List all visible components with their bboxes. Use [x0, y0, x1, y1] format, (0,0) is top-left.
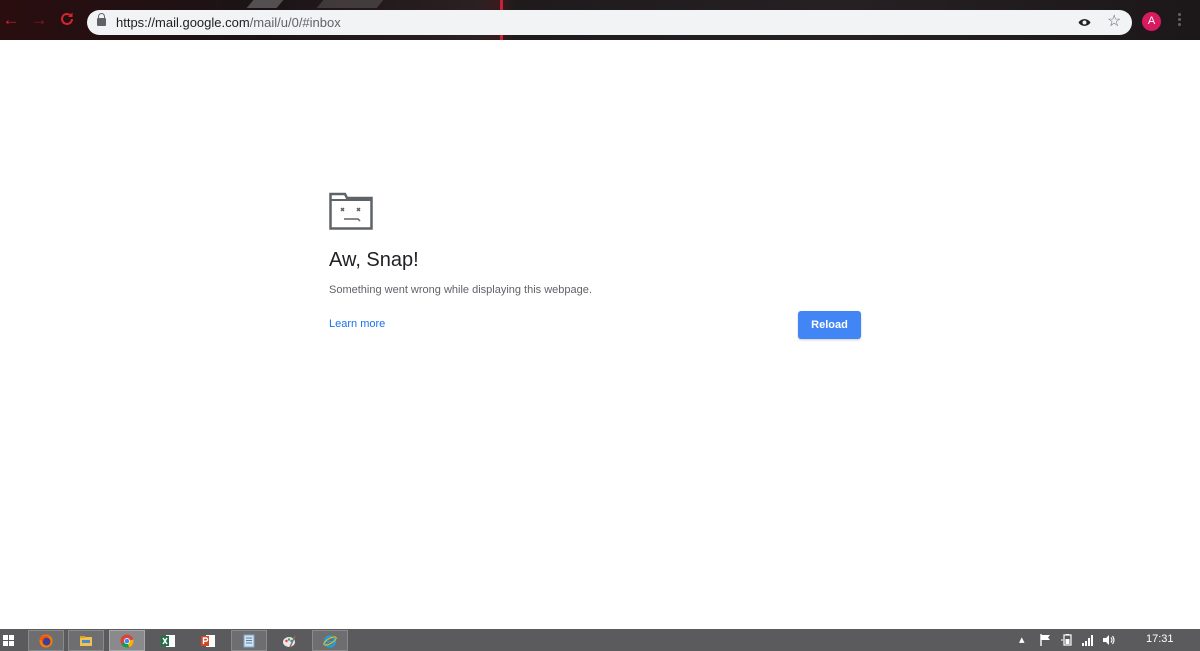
- address-bar[interactable]: https://mail.google.com/mail/u/0/#inbox …: [87, 10, 1132, 35]
- notepad-icon: [243, 634, 255, 647]
- url-host: https://mail.google.com: [116, 15, 250, 30]
- lock-icon: [97, 13, 106, 26]
- url-path: /mail/u/0/#inbox: [249, 15, 341, 30]
- taskbar-chrome[interactable]: [109, 630, 145, 651]
- taskbar-paint[interactable]: [271, 630, 307, 651]
- reload-icon: [61, 12, 73, 25]
- profile-avatar[interactable]: A: [1142, 12, 1161, 31]
- taskbar: ▴ 17:31: [0, 629, 1200, 651]
- bookmark-star-icon[interactable]: ☆: [1107, 12, 1121, 32]
- learn-more-link[interactable]: Learn more: [329, 318, 385, 330]
- powerpoint-icon: [201, 634, 215, 647]
- taskbar-excel[interactable]: [150, 630, 186, 651]
- back-button[interactable]: ←: [2, 11, 20, 29]
- forward-arrow-icon: →: [30, 10, 48, 29]
- reload-button[interactable]: Reload: [798, 311, 861, 339]
- paint-icon: [283, 635, 296, 647]
- sad-tab-icon: [329, 192, 373, 230]
- firefox-icon: [39, 634, 53, 647]
- tray-battery-icon[interactable]: [1061, 634, 1073, 649]
- chrome-icon: [120, 634, 134, 647]
- menu-dots-icon[interactable]: [1178, 13, 1182, 29]
- taskbar-notepad[interactable]: [231, 630, 267, 651]
- taskbar-internet-explorer[interactable]: [312, 630, 348, 651]
- taskbar-file-explorer[interactable]: [68, 630, 104, 651]
- eye-icon[interactable]: [1078, 17, 1091, 28]
- taskbar-firefox[interactable]: [28, 630, 64, 651]
- tray-signal-icon[interactable]: [1081, 634, 1095, 649]
- background-glare: [316, 0, 384, 8]
- taskbar-clock[interactable]: 17:31: [1146, 633, 1174, 645]
- internet-explorer-icon: [323, 634, 337, 648]
- start-button[interactable]: [3, 635, 14, 646]
- tray-volume-icon[interactable]: [1102, 634, 1116, 649]
- background-glare: [246, 0, 284, 8]
- browser-toolbar: ← → https://mail.google.com/mail/u/0/#in…: [0, 0, 1200, 40]
- excel-icon: [161, 634, 175, 647]
- file-explorer-icon: [80, 635, 92, 646]
- forward-button[interactable]: →: [30, 11, 48, 29]
- reload-toolbar-button[interactable]: [58, 11, 76, 29]
- taskbar-powerpoint[interactable]: [190, 630, 226, 651]
- error-description: Something went wrong while displaying th…: [329, 284, 592, 296]
- error-title: Aw, Snap!: [329, 249, 419, 271]
- back-arrow-icon: ←: [2, 10, 20, 29]
- tray-flag-icon[interactable]: [1040, 634, 1051, 649]
- tray-chevron-up-icon[interactable]: ▴: [1019, 634, 1025, 646]
- url-text[interactable]: https://mail.google.com/mail/u/0/#inbox: [116, 15, 341, 30]
